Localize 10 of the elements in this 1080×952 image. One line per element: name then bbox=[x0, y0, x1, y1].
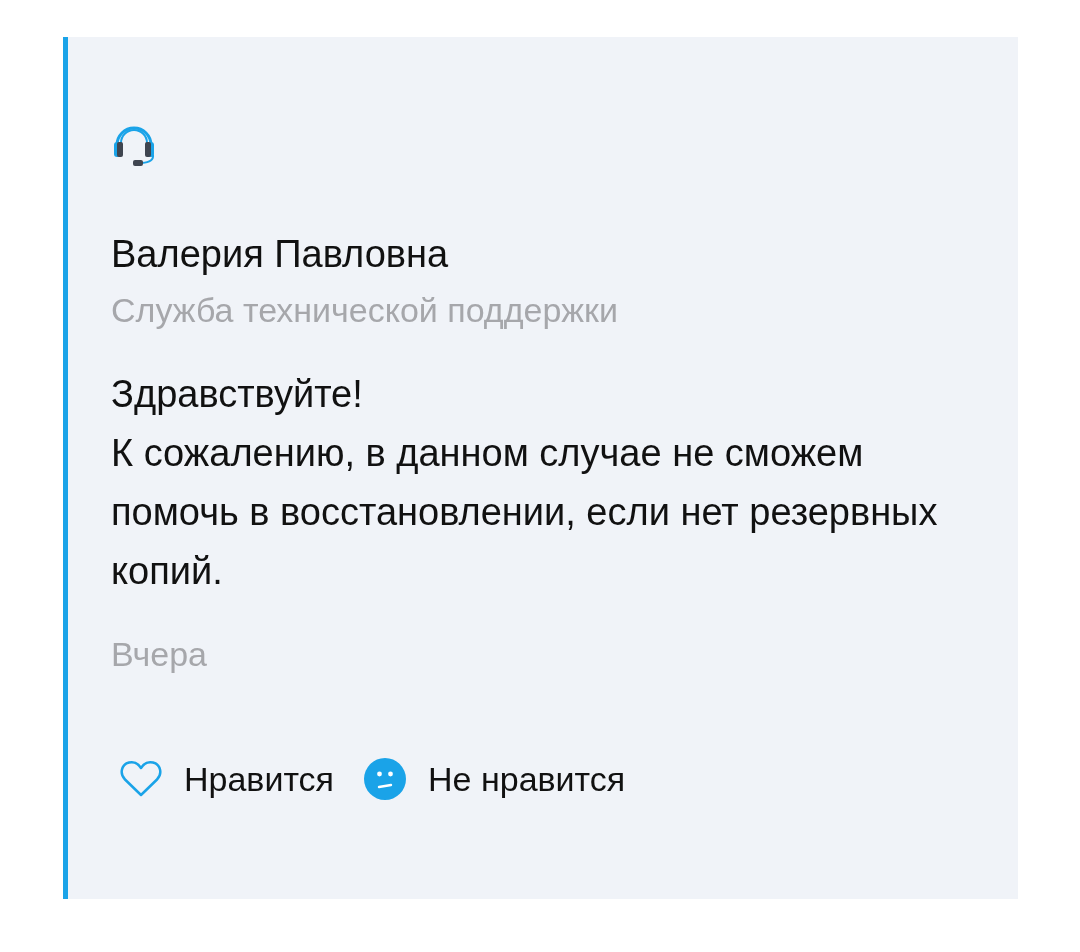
confused-face-icon bbox=[364, 758, 407, 800]
message-text: К сожалению, в данном случае не сможем помочь в восстановлении, если нет резервных копий. bbox=[111, 431, 939, 594]
author-role: Служба технической поддержки bbox=[111, 290, 619, 331]
headset-icon bbox=[112, 125, 156, 167]
heart-icon bbox=[120, 760, 162, 798]
like-button[interactable]: Нравится bbox=[111, 757, 335, 801]
message-time: Вчера bbox=[111, 634, 208, 675]
message-text: Здравствуйте! bbox=[111, 372, 364, 417]
author-name: Валерия Павловна bbox=[111, 232, 450, 277]
dislike-button[interactable]: Не нравится bbox=[364, 757, 626, 801]
